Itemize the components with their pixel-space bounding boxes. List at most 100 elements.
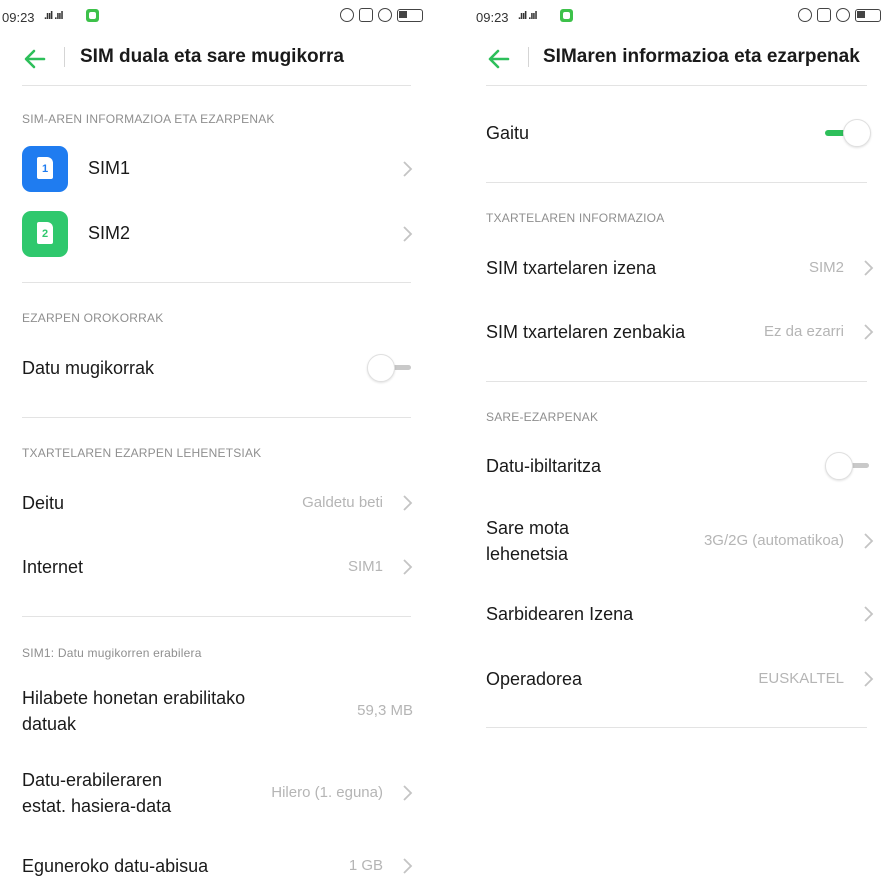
page-title: SIMaren informazioa eta ezarpenak: [543, 46, 860, 67]
daily-warning-value: 1 GB: [348, 857, 383, 874]
app-notification-icon: [560, 9, 573, 22]
screen-dual-sim: 09:23 .ııl .ııl SIM duala eta sare mugik…: [0, 0, 443, 880]
divider: [486, 381, 867, 382]
section-label-sim-info: SIM-AREN INFORMAZIOA ETA EZARPENAK: [22, 112, 275, 126]
chevron-right-icon: [403, 161, 413, 177]
network-type-value: 3G/2G (automatikoa): [703, 532, 844, 549]
vibrate-icon: [378, 8, 392, 22]
chevron-right-icon: [864, 671, 874, 687]
back-arrow-icon[interactable]: [22, 46, 48, 72]
month-data-label-line1: Hilabete honetan erabilitako: [22, 688, 246, 708]
sim-number-value: Ez da ezarri: [763, 323, 844, 340]
internet-label: Internet: [22, 557, 84, 577]
month-data-row: Hilabete honetan erabilitako datuak 59,3…: [0, 682, 443, 740]
page-title: SIM duala eta sare mugikorra: [80, 46, 344, 67]
sim1-row[interactable]: 1 SIM1: [0, 140, 443, 200]
call-value: Galdetu beti: [302, 494, 383, 511]
app-header: SIMaren informazioa eta ezarpenak: [444, 34, 887, 84]
mobile-data-label: Datu mugikorrak: [22, 358, 155, 378]
internet-value: SIM1: [347, 558, 383, 575]
section-label-general: EZARPEN OROKORRAK: [22, 311, 164, 325]
roaming-toggle[interactable]: [821, 451, 873, 481]
sim-name-value: SIM2: [808, 259, 844, 276]
section-label-card-info: TXARTELAREN INFORMAZIOA: [486, 211, 665, 225]
status-bar: 09:23 .ııl .ııl: [444, 0, 887, 34]
signal-icon: .ııl .ııl: [518, 10, 537, 22]
mobile-data-row[interactable]: Datu mugikorrak: [0, 345, 443, 395]
mobile-data-toggle[interactable]: [363, 353, 415, 383]
roaming-label: Datu-ibiltaritza: [486, 456, 602, 476]
eye-comfort-icon: [798, 8, 812, 22]
divider: [22, 417, 411, 418]
divider: [486, 727, 867, 728]
stats-start-label-line2: estat. hasiera-data: [22, 796, 172, 816]
status-icons: [798, 8, 881, 22]
back-arrow-icon[interactable]: [486, 46, 512, 72]
daily-warning-label: Eguneroko datu-abisua: [22, 856, 209, 876]
sim-number-label: SIM txartelaren zenbakia: [486, 322, 686, 342]
signal-icon: .ııl .ııl: [44, 10, 63, 22]
operator-value: EUSKALTEL: [758, 670, 844, 687]
nfc-icon: [817, 8, 831, 22]
internet-row[interactable]: Internet SIM1: [0, 544, 443, 594]
daily-warning-row[interactable]: Eguneroko datu-abisua 1 GB: [0, 845, 443, 880]
status-time: 09:23: [476, 10, 509, 25]
status-bar: 09:23 .ııl .ııl: [0, 0, 443, 34]
screen-sim-info: 09:23 .ııl .ııl SIMaren informazioa eta …: [444, 0, 887, 880]
chevron-right-icon: [403, 226, 413, 242]
sim-name-label: SIM txartelaren izena: [486, 258, 657, 278]
call-label: Deitu: [22, 493, 65, 513]
divider: [22, 616, 411, 617]
network-type-label-line1: Sare mota: [486, 518, 570, 538]
vibrate-icon: [836, 8, 850, 22]
apn-row[interactable]: Sarbidearen Izena: [444, 591, 887, 641]
chevron-right-icon: [403, 785, 413, 801]
chevron-right-icon: [864, 533, 874, 549]
enable-toggle[interactable]: [821, 118, 873, 148]
battery-icon: [397, 8, 423, 22]
operator-label: Operadorea: [486, 669, 583, 689]
roaming-row[interactable]: Datu-ibiltaritza: [444, 443, 887, 493]
battery-icon: [855, 8, 881, 22]
chevron-right-icon: [403, 559, 413, 575]
network-type-label-line2: lehenetsia: [486, 544, 569, 564]
sim2-label: SIM2: [88, 223, 131, 243]
apn-label: Sarbidearen Izena: [486, 604, 634, 624]
chevron-right-icon: [864, 606, 874, 622]
sim1-icon: 1: [22, 146, 68, 192]
stats-start-row[interactable]: Datu-erabileraren estat. hasiera-data Hi…: [0, 764, 443, 822]
sim1-label: SIM1: [88, 158, 131, 178]
eye-comfort-icon: [340, 8, 354, 22]
divider: [22, 282, 411, 283]
chevron-right-icon: [403, 495, 413, 511]
chevron-right-icon: [403, 858, 413, 874]
call-row[interactable]: Deitu Galdetu beti: [0, 480, 443, 530]
nfc-icon: [359, 8, 373, 22]
section-label-usage: SIM1: Datu mugikorren erabilera: [22, 646, 202, 660]
divider: [486, 85, 867, 86]
header-separator: [528, 47, 529, 67]
sim2-icon: 2: [22, 211, 68, 257]
divider: [22, 85, 411, 86]
status-time: 09:23: [2, 10, 35, 25]
enable-row[interactable]: Gaitu: [444, 110, 887, 160]
app-notification-icon: [86, 9, 99, 22]
network-type-row[interactable]: Sare mota lehenetsia 3G/2G (automatikoa): [444, 512, 887, 570]
sim-number-row[interactable]: SIM txartelaren zenbakia Ez da ezarri: [444, 309, 887, 359]
chevron-right-icon: [864, 260, 874, 276]
section-label-default-card: TXARTELAREN EZARPEN LEHENETSIAK: [22, 446, 262, 460]
operator-row[interactable]: Operadorea EUSKALTEL: [444, 656, 887, 706]
status-icons: [340, 8, 423, 22]
chevron-right-icon: [864, 324, 874, 340]
section-label-network: SARE-EZARPENAK: [486, 410, 599, 424]
stats-start-value: Hilero (1. eguna): [271, 784, 383, 801]
header-separator: [64, 47, 65, 67]
divider: [486, 182, 867, 183]
enable-label: Gaitu: [486, 123, 530, 143]
month-data-label-line2: datuak: [22, 714, 77, 734]
sim2-row[interactable]: 2 SIM2: [0, 205, 443, 265]
stats-start-label-line1: Datu-erabileraren: [22, 770, 163, 790]
sim-name-row[interactable]: SIM txartelaren izena SIM2: [444, 245, 887, 295]
app-header: SIM duala eta sare mugikorra: [0, 34, 443, 84]
month-data-value: 59,3 MB: [357, 702, 413, 719]
